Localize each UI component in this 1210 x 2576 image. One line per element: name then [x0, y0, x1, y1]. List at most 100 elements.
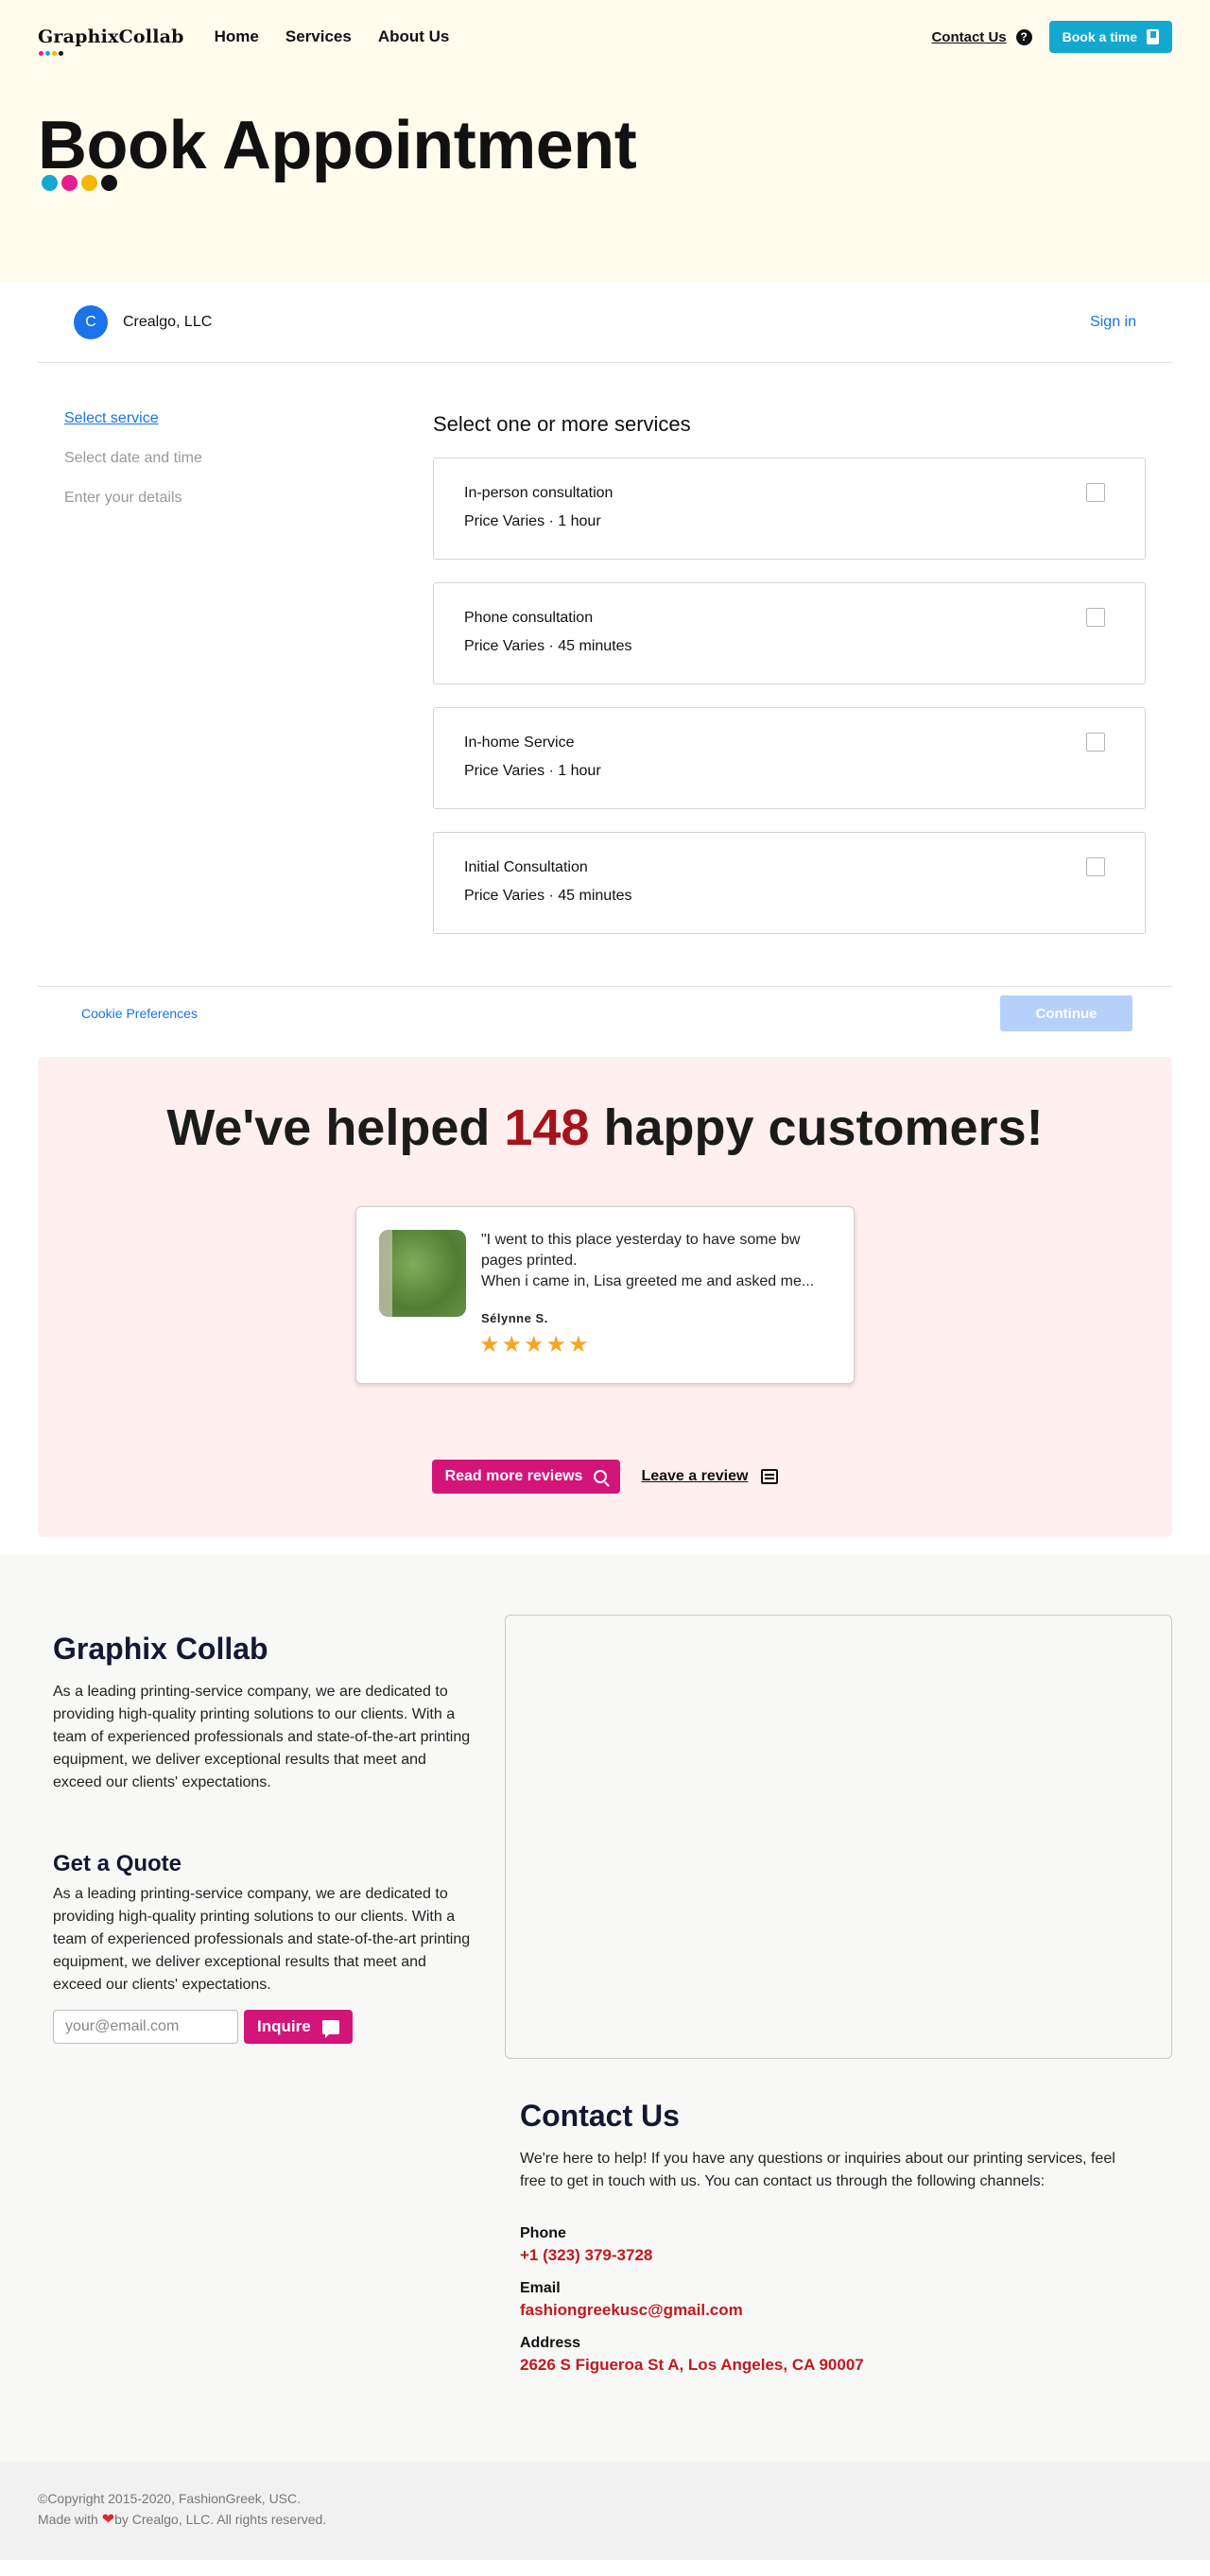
logo-dot [52, 51, 57, 56]
book-icon [1147, 29, 1159, 44]
service-option[interactable]: In-person consultation Price Varies · 1 … [433, 458, 1146, 560]
booking-header: C Crealgo, LLC Sign in [38, 282, 1172, 363]
read-more-label: Read more reviews [444, 1468, 583, 1484]
quote-text: As a leading printing-service company, w… [53, 1886, 471, 1993]
review-photo [379, 1230, 466, 1317]
leave-review-label: Leave a review [641, 1468, 749, 1484]
inquire-button[interactable]: Inquire [244, 2010, 353, 2044]
review-stars: ★ ★ ★ ★ ★ [479, 1334, 589, 1357]
inquire-label: Inquire [257, 2017, 311, 2035]
customer-count: 148 [504, 1099, 590, 1156]
service-option[interactable]: Initial Consultation Price Varies · 45 m… [433, 832, 1146, 934]
business-name: Crealgo, LLC [123, 313, 213, 330]
service-checkbox[interactable] [1086, 483, 1105, 502]
star-icon: ★ [479, 1332, 500, 1357]
services-list: Select one or more services In-person co… [433, 410, 1146, 986]
service-name: Initial Consultation [464, 859, 588, 875]
reviews-section: We've helped 148 happy customers! "I wen… [38, 1057, 1172, 1537]
about-text: As a leading printing-service company, w… [53, 1684, 471, 1790]
nav-right: Contact Us ? Book a time [931, 21, 1172, 53]
contact-title: Contact Us [520, 2099, 680, 2133]
logo-text: GraphixCollab [38, 26, 184, 47]
heart-icon: ❤ [101, 2512, 115, 2528]
info-section: Graphix Collab As a leading printing-ser… [0, 1554, 1210, 2462]
phone-label: Phone [520, 2225, 566, 2241]
review-text: "I went to this place yesterday to have … [481, 1232, 815, 1289]
search-icon [594, 1470, 608, 1483]
hero-color-dots [42, 175, 117, 191]
made-with-suffix: by Crealgo, LLC. All rights reserved. [114, 2512, 327, 2527]
reviews-heading-prefix: We've helped [166, 1099, 505, 1156]
email-link[interactable]: fashiongreekusc@gmail.com [520, 2301, 743, 2320]
service-checkbox[interactable] [1086, 733, 1105, 752]
copyright-text: ©Copyright 2015-2020, FashionGreek, USC. [38, 2491, 302, 2506]
color-dot [42, 175, 58, 191]
star-icon: ★ [501, 1332, 523, 1357]
service-option[interactable]: In-home Service Price Varies · 1 hour [433, 707, 1146, 809]
nav-link-about-us[interactable]: About Us [378, 27, 450, 46]
service-checkbox[interactable] [1086, 608, 1105, 627]
services-heading: Select one or more services [433, 412, 691, 436]
step-select-date-time: Select date and time [64, 450, 202, 466]
booking-body: Select service Select date and time Ente… [38, 363, 1172, 987]
address-label: Address [520, 2335, 581, 2351]
comment-icon [761, 1469, 779, 1484]
hero-section: GraphixCollab Home Services About Us Con… [0, 0, 1210, 282]
logo-dots [39, 51, 63, 56]
review-card[interactable]: "I went to this place yesterday to have … [355, 1206, 855, 1384]
about-title: Graphix Collab [53, 1632, 268, 1666]
contact-text: We're here to help! If you have any ques… [520, 2151, 1115, 2189]
email-field[interactable] [53, 2010, 238, 2044]
book-a-time-label: Book a time [1062, 29, 1137, 44]
star-icon: ★ [524, 1332, 544, 1357]
site-footer: ©Copyright 2015-2020, FashionGreek, USC.… [0, 2462, 1210, 2560]
step-select-service[interactable]: Select service [64, 410, 433, 450]
color-dot [101, 175, 117, 191]
top-nav: GraphixCollab Home Services About Us Con… [38, 21, 1172, 56]
site-logo[interactable]: GraphixCollab [38, 26, 184, 56]
address-link[interactable]: 2626 S Figueroa St A, Los Angeles, CA 90… [520, 2356, 864, 2375]
star-icon: ★ [568, 1332, 589, 1357]
email-label: Email [520, 2280, 561, 2296]
help-icon[interactable]: ? [1015, 28, 1032, 45]
service-checkbox[interactable] [1086, 857, 1105, 876]
logo-dot [39, 51, 43, 56]
page-title: Book Appointment [38, 108, 637, 183]
color-dot [81, 175, 97, 191]
reviews-heading: We've helped 148 happy customers! [38, 1098, 1172, 1157]
quote-form: Inquire [53, 2010, 353, 2044]
service-meta: Price Varies · 45 minutes [464, 888, 632, 904]
service-meta: Price Varies · 45 minutes [464, 638, 632, 654]
reviews-heading-suffix: happy customers! [589, 1099, 1044, 1156]
service-meta: Price Varies · 1 hour [464, 763, 601, 779]
logo-dot [59, 51, 63, 56]
contact-us-link[interactable]: Contact Us [931, 29, 1006, 45]
nav-links: Home Services About Us [215, 27, 450, 46]
made-with-prefix: Made with [38, 2512, 102, 2527]
review-actions: Read more reviews Leave a review [38, 1460, 1172, 1494]
star-icon: ★ [545, 1332, 567, 1357]
read-more-reviews-button[interactable]: Read more reviews [431, 1460, 621, 1494]
business-avatar: C [74, 304, 108, 339]
service-name: Phone consultation [464, 610, 594, 626]
book-a-time-button[interactable]: Book a time [1048, 21, 1172, 53]
map-frame[interactable] [505, 1615, 1172, 2059]
nav-link-services[interactable]: Services [285, 27, 352, 46]
service-name: In-person consultation [464, 485, 614, 501]
review-author: Sélynne S. [481, 1311, 548, 1325]
sign-in-link[interactable]: Sign in [1090, 314, 1136, 331]
made-with-line: Made with ❤by Crealgo, LLC. All rights r… [38, 2509, 1172, 2531]
color-dot [61, 175, 78, 191]
logo-dot [45, 51, 50, 56]
nav-link-home[interactable]: Home [215, 27, 259, 46]
booking-footer: Cookie Preferences Continue [38, 987, 1172, 1040]
leave-review-link[interactable]: Leave a review [641, 1468, 779, 1485]
step-enter-details: Enter your details [64, 490, 182, 506]
phone-link[interactable]: +1 (323) 379-3728 [520, 2246, 652, 2265]
service-option[interactable]: Phone consultation Price Varies · 45 min… [433, 582, 1146, 684]
continue-button[interactable]: Continue [1000, 995, 1132, 1031]
service-name: In-home Service [464, 735, 575, 751]
service-meta: Price Varies · 1 hour [464, 513, 601, 529]
cookie-preferences-link[interactable]: Cookie Preferences [81, 1006, 198, 1021]
booking-steps: Select service Select date and time Ente… [38, 410, 433, 986]
